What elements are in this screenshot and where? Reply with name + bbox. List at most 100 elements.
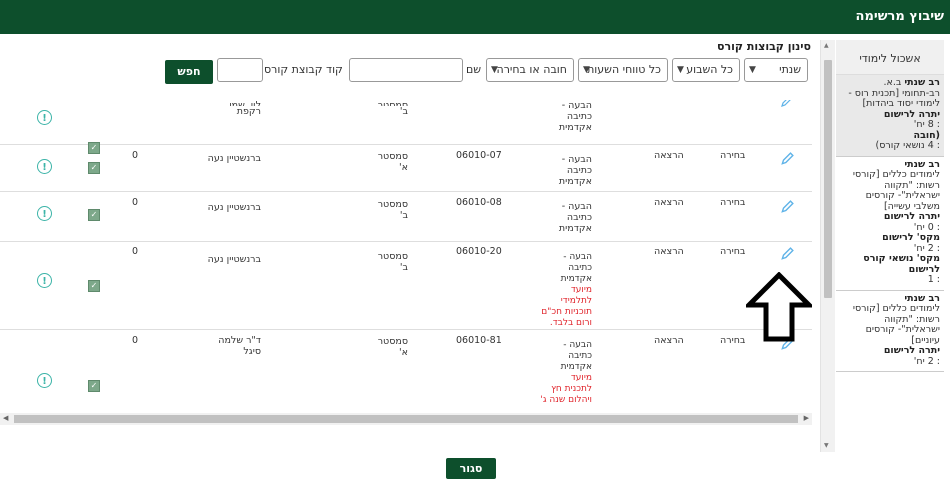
course-name: הבעה - כתיבה אקדמית מיועד לתכנית חץ ויהל…	[530, 340, 592, 406]
course-name: הבעה - כתיבה אקדמית	[532, 201, 592, 234]
lesson-type: הרצאה	[654, 150, 684, 161]
sidebar-item-description: לימודים כללים [קורסי רשות: "תקווה ישראלי…	[852, 169, 940, 212]
table-row: ! ✓ 0 ברנשטיין נעה סמסטר ב' 06010-08 הבע…	[0, 191, 812, 242]
semester-label: סמסטר	[377, 336, 408, 347]
requirement-status: בחירה	[720, 246, 746, 257]
course-name-line: כתיבה	[566, 212, 592, 223]
lecturer-name: ד"ר שלמה	[218, 335, 261, 346]
search-button[interactable]: חפש	[165, 60, 213, 84]
scroll-up-icon[interactable]: ▲	[824, 42, 829, 50]
course-code-label: קוד קבוצת קורס	[264, 63, 343, 76]
semester-label: סמסטר	[377, 151, 408, 162]
lecturer: ברנשטיין נעה	[207, 254, 261, 265]
info-icon[interactable]: !	[37, 273, 52, 288]
pencil-icon[interactable]	[780, 152, 794, 166]
count: 0	[132, 150, 139, 161]
sidebar-balance-label: יתרה לרישום	[883, 108, 940, 120]
pencil-icon[interactable]	[780, 200, 794, 214]
sidebar-required-value: : 4 נושאי קורס)	[875, 140, 940, 151]
sidebar-required-label: (חובה	[913, 129, 940, 141]
table-row: ! ✓ 0 ברנשטיין נעה סמסטר א' 06010-07 הבע…	[0, 144, 812, 192]
semester-value: א'	[399, 347, 408, 358]
scroll-right-icon[interactable]: ▶	[804, 414, 809, 422]
required-select-value: חובה או בחירה	[496, 63, 567, 76]
requirement-status: בחירה	[720, 150, 746, 161]
semester: סמסטר ב'	[358, 199, 408, 221]
info-icon[interactable]: !	[37, 206, 52, 221]
table-scroll-thumb[interactable]	[14, 415, 798, 423]
scroll-left-icon[interactable]: ◀	[3, 414, 8, 422]
course-note-line: ורום בלבד.	[549, 318, 592, 328]
sidebar-scroll-thumb[interactable]	[824, 60, 832, 298]
course-name-line: אקדמית	[558, 223, 592, 234]
table-row: ! ✓ 0 ברנשטיין נעה סמסטר ב' 06010-20 הבע…	[0, 241, 812, 330]
week-select[interactable]: כל השבוע ▼	[672, 58, 740, 82]
year-select[interactable]: שנתי ▼	[744, 58, 808, 82]
lecturer-name-2: רקפת	[236, 106, 261, 117]
sidebar-max-label: מקס' לרישום	[882, 232, 940, 243]
table-row: ! ✓ לוי, שמן רקפת סמסטר ב' הבעה - כתיבה …	[0, 100, 812, 154]
info-icon[interactable]: !	[37, 373, 52, 388]
course-note-line: לתכנית חץ	[551, 384, 592, 394]
sidebar-item[interactable]: רב שנתי לימודים כללים [קורסי רשות: "תקוו…	[836, 157, 944, 291]
sidebar-item[interactable]: רב שנתי לימודים כללים [קורסי רשות: "תקוו…	[836, 291, 944, 372]
checkbox-checked-icon[interactable]: ✓	[88, 209, 100, 221]
course-code-input[interactable]	[217, 58, 263, 82]
name-input[interactable]	[349, 58, 463, 82]
chevron-down-icon: ▼	[749, 65, 756, 75]
scroll-down-icon[interactable]: ▼	[824, 442, 829, 450]
course-code: 06010-81	[456, 335, 502, 346]
sidebar-max-topics-label: מקס' נושאי קורס לרישום	[863, 253, 940, 275]
course-code: 06010-07	[456, 150, 502, 161]
week-select-value: כל השבוע	[686, 63, 733, 76]
checkbox-checked-icon[interactable]: ✓	[88, 380, 100, 392]
close-button[interactable]: סגור	[446, 458, 496, 479]
checkbox-checked-icon[interactable]: ✓	[88, 280, 100, 292]
course-name-line: אקדמית	[560, 362, 592, 372]
course-name: הבעה - כתיבה אקדמית	[532, 100, 592, 133]
course-name-line: אקדמית	[560, 274, 592, 284]
semester: סמסטר ב'	[358, 251, 408, 273]
count: 0	[132, 335, 139, 346]
cluster-sidebar: אשכול לימודי רב שנתי ב.א. רב-תחומי [תכני…	[836, 40, 944, 452]
sidebar-scrollbar[interactable]: ▲ ▼	[820, 40, 835, 452]
lesson-type: הרצאה	[654, 197, 684, 208]
semester-value: ב'	[399, 106, 408, 117]
lecturer: ברנשטיין נעה	[207, 153, 261, 164]
semester-label: סמסטר	[377, 199, 408, 210]
chevron-down-icon: ▼	[583, 65, 590, 75]
course-note-line: לתלמידי	[560, 296, 592, 306]
course-code: 06010-20	[456, 246, 502, 257]
sidebar-max-topics-value: : 1	[927, 274, 940, 285]
info-icon[interactable]: !	[37, 110, 52, 125]
sidebar-header: אשכול לימודי	[836, 40, 944, 75]
filter-title: סינון קבוצות קורס	[717, 40, 811, 53]
info-icon[interactable]: !	[37, 159, 52, 174]
lecturer: ברנשטיין נעה	[207, 202, 261, 213]
sidebar-item-description: רב-תחומי [תכנית רוס - לימודי יסוד ביהדות…	[848, 87, 940, 109]
sidebar-item-description: לימודים כללים [קורסי רשות: "תקווה ישראלי…	[852, 303, 940, 346]
table-scrollbar[interactable]: ◀ ▶	[0, 413, 812, 425]
course-name-line: אקדמית	[558, 122, 592, 133]
course-note-line: מיועד	[570, 373, 592, 383]
course-name-line: הבעה -	[563, 252, 592, 262]
hours-select-value: כל טווחי השעות	[587, 63, 661, 76]
lecturer-name-2: סיגל	[243, 346, 261, 357]
semester-value: א'	[399, 162, 408, 173]
lesson-type: הרצאה	[654, 335, 684, 346]
course-note-line: ויהלום שנה ג'	[540, 395, 592, 405]
hours-select[interactable]: כל טווחי השעות ▼	[578, 58, 668, 82]
pencil-icon[interactable]	[780, 247, 794, 261]
course-code: 06010-08	[456, 197, 502, 208]
name-label: שם	[466, 63, 482, 76]
sidebar-item[interactable]: רב שנתי ב.א. רב-תחומי [תכנית רוס - לימוד…	[836, 75, 944, 157]
lecturer: ד"ר שלמה סיגל	[171, 335, 261, 357]
course-name-line: הבעה -	[563, 340, 592, 350]
checkbox-checked-icon[interactable]: ✓	[88, 162, 100, 174]
course-name-line: כתיבה	[566, 165, 592, 176]
course-name-line: כתיבה	[568, 351, 592, 361]
required-select[interactable]: חובה או בחירה ▼	[486, 58, 574, 82]
pencil-icon[interactable]	[780, 100, 792, 108]
course-note-line: תוכניות חכ"ם	[541, 307, 592, 317]
course-groups-table: ! ✓ לוי, שמן רקפת סמסטר ב' הבעה - כתיבה …	[0, 100, 812, 413]
